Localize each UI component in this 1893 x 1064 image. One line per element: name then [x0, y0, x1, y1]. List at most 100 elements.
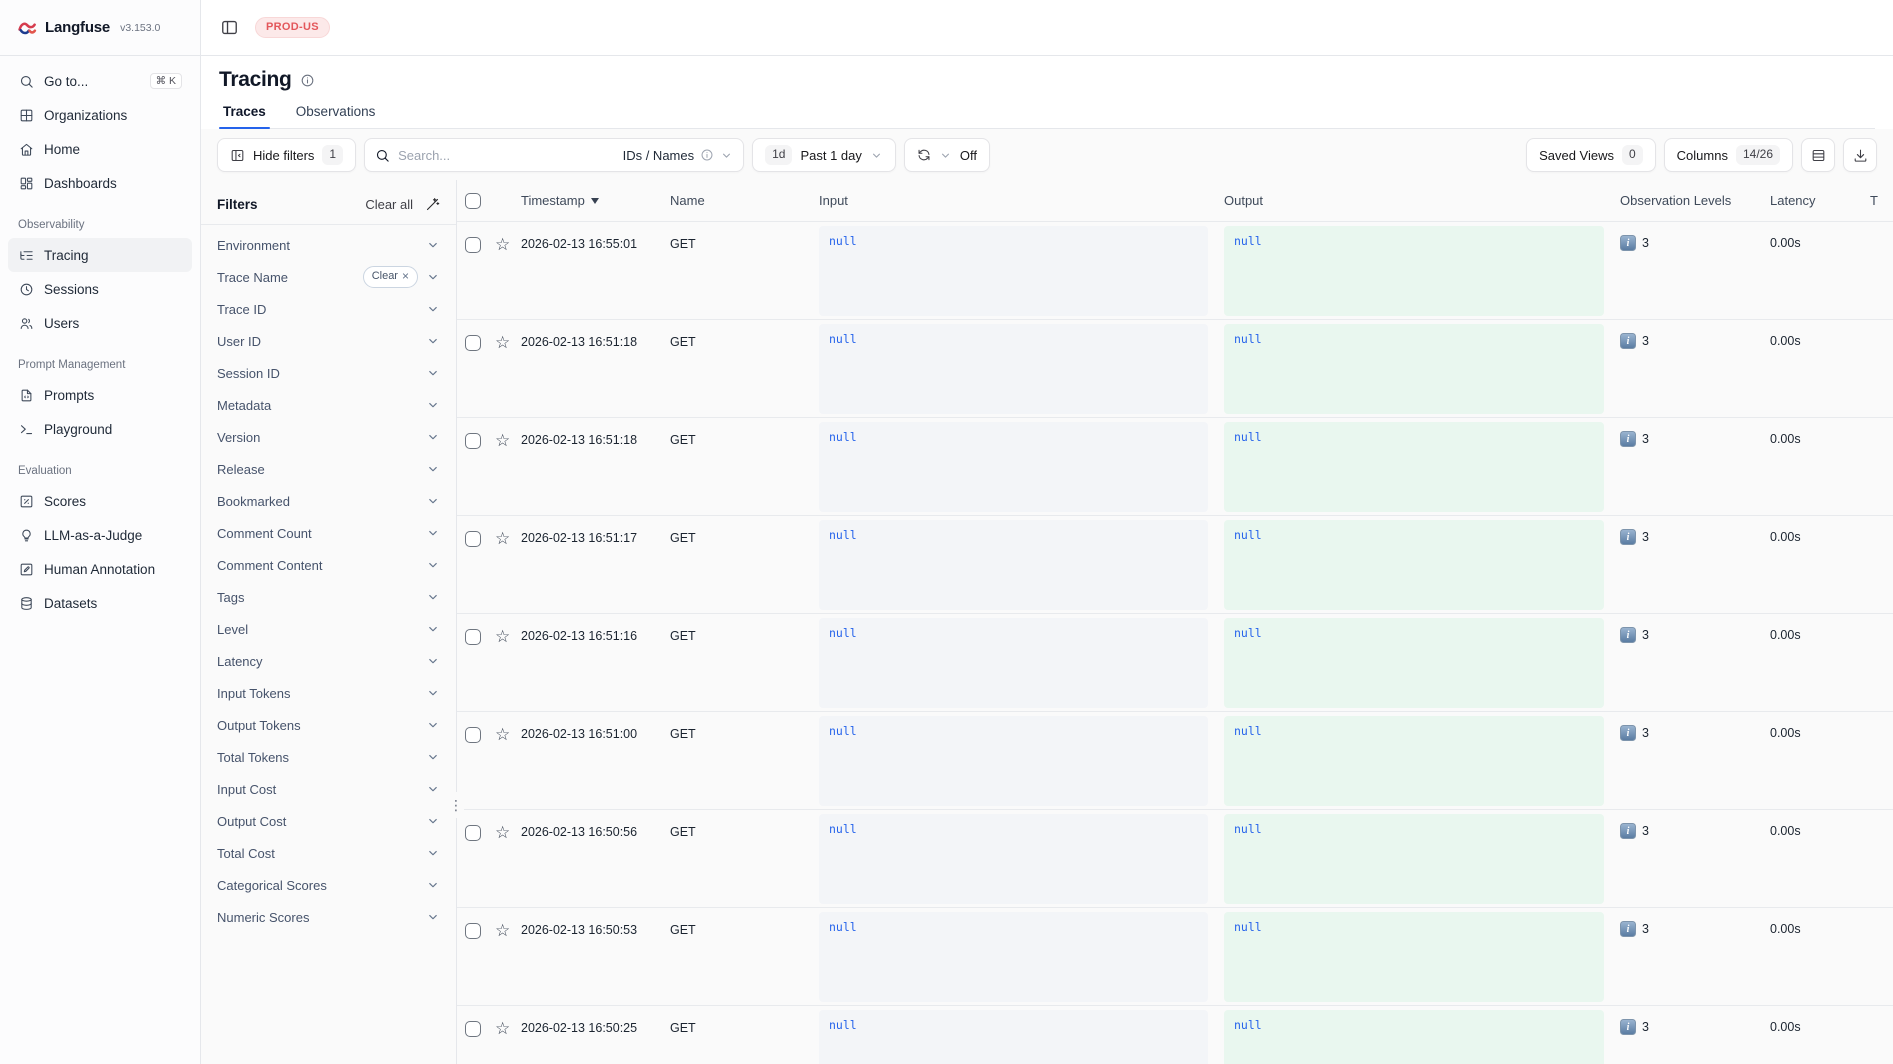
cell-input[interactable]: null: [819, 716, 1208, 806]
row-checkbox[interactable]: [465, 727, 481, 743]
bookmark-star-icon[interactable]: ☆: [495, 1020, 521, 1037]
cell-input[interactable]: null: [819, 814, 1208, 904]
filter-accordion-row[interactable]: Total Tokens: [217, 741, 440, 773]
filter-accordion-row[interactable]: Metadata: [217, 389, 440, 421]
filter-accordion-row[interactable]: Output Tokens: [217, 709, 440, 741]
export-button[interactable]: [1843, 138, 1877, 172]
cell-output[interactable]: null: [1224, 814, 1604, 904]
column-header-output[interactable]: Output: [1224, 193, 1620, 208]
search-input[interactable]: [398, 148, 614, 163]
cell-output[interactable]: null: [1224, 1010, 1604, 1064]
sidebar-item-dashboards[interactable]: Dashboards: [8, 166, 192, 200]
table-row[interactable]: ☆ 2026-02-13 16:50:56 GET null null i 3 …: [457, 809, 1893, 907]
hide-filters-button[interactable]: Hide filters 1: [217, 138, 356, 172]
cell-output[interactable]: null: [1224, 226, 1604, 316]
table-row[interactable]: ☆ 2026-02-13 16:50:53 GET null null i 3 …: [457, 907, 1893, 1005]
sidebar-item-sessions[interactable]: Sessions: [8, 272, 192, 306]
search-mode-selector[interactable]: IDs / Names: [623, 148, 734, 163]
filter-accordion-row[interactable]: Environment: [217, 229, 440, 261]
cell-input[interactable]: null: [819, 912, 1208, 1002]
cell-output[interactable]: null: [1224, 618, 1604, 708]
cell-output[interactable]: null: [1224, 422, 1604, 512]
cell-input[interactable]: null: [819, 324, 1208, 414]
filter-accordion-row[interactable]: Bookmarked: [217, 485, 440, 517]
table-row[interactable]: ☆ 2026-02-13 16:50:25 GET null null i 3 …: [457, 1005, 1893, 1064]
filter-accordion-row[interactable]: Level: [217, 613, 440, 645]
panel-resize-handle[interactable]: ⋮: [448, 792, 464, 818]
bookmark-star-icon[interactable]: ☆: [495, 530, 521, 547]
row-checkbox[interactable]: [465, 1021, 481, 1037]
select-all-checkbox[interactable]: [465, 193, 481, 209]
time-range-button[interactable]: 1d Past 1 day: [752, 138, 896, 172]
filter-accordion-row[interactable]: Trace ID: [217, 293, 440, 325]
bookmark-star-icon[interactable]: ☆: [495, 922, 521, 939]
cell-input[interactable]: null: [819, 618, 1208, 708]
sidebar-item-playground[interactable]: Playground: [8, 412, 192, 446]
column-header-input[interactable]: Input: [819, 193, 1224, 208]
filter-accordion-row[interactable]: Release: [217, 453, 440, 485]
row-checkbox[interactable]: [465, 335, 481, 351]
bookmark-star-icon[interactable]: ☆: [495, 236, 521, 253]
row-height-button[interactable]: [1801, 138, 1835, 172]
filter-accordion-row[interactable]: Input Tokens: [217, 677, 440, 709]
filter-accordion-row[interactable]: Comment Content: [217, 549, 440, 581]
filter-accordion-row[interactable]: Total Cost: [217, 837, 440, 869]
cell-input[interactable]: null: [819, 422, 1208, 512]
filter-accordion-row[interactable]: Comment Count: [217, 517, 440, 549]
filter-accordion-row[interactable]: Tags: [217, 581, 440, 613]
columns-button[interactable]: Columns 14/26: [1664, 138, 1793, 172]
cell-input[interactable]: null: [819, 1010, 1208, 1064]
cell-output[interactable]: null: [1224, 716, 1604, 806]
bookmark-star-icon[interactable]: ☆: [495, 628, 521, 645]
row-checkbox[interactable]: [465, 923, 481, 939]
sidebar-item-organizations[interactable]: Organizations: [8, 98, 192, 132]
bookmark-star-icon[interactable]: ☆: [495, 824, 521, 841]
filter-accordion-row[interactable]: Trace Name Clear: [217, 261, 440, 293]
table-row[interactable]: ☆ 2026-02-13 16:51:00 GET null null i 3 …: [457, 711, 1893, 809]
table-row[interactable]: ☆ 2026-02-13 16:51:17 GET null null i 3 …: [457, 515, 1893, 613]
column-header-observation-levels[interactable]: Observation Levels: [1620, 193, 1770, 208]
refresh-button[interactable]: Off: [904, 138, 990, 172]
filter-accordion-row[interactable]: Categorical Scores: [217, 869, 440, 901]
filter-accordion-row[interactable]: Input Cost: [217, 773, 440, 805]
row-checkbox[interactable]: [465, 629, 481, 645]
column-header-timestamp[interactable]: Timestamp: [521, 193, 670, 208]
filter-accordion-row[interactable]: Output Cost: [217, 805, 440, 837]
cell-input[interactable]: null: [819, 520, 1208, 610]
row-checkbox[interactable]: [465, 825, 481, 841]
sidebar-item-users[interactable]: Users: [8, 306, 192, 340]
filter-clear-pill[interactable]: Clear: [363, 266, 418, 287]
table-row[interactable]: ☆ 2026-02-13 16:51:16 GET null null i 3 …: [457, 613, 1893, 711]
table-row[interactable]: ☆ 2026-02-13 16:55:01 GET null null i 3 …: [457, 221, 1893, 319]
table-row[interactable]: ☆ 2026-02-13 16:51:18 GET null null i 3 …: [457, 417, 1893, 515]
filter-accordion-row[interactable]: Latency: [217, 645, 440, 677]
cell-output[interactable]: null: [1224, 912, 1604, 1002]
sidebar-item-tracing[interactable]: Tracing: [8, 238, 192, 272]
sidebar-item-scores[interactable]: Scores: [8, 484, 192, 518]
cell-output[interactable]: null: [1224, 324, 1604, 414]
row-checkbox[interactable]: [465, 433, 481, 449]
sidebar-item-llm-judge[interactable]: LLM-as-a-Judge: [8, 518, 192, 552]
table-row[interactable]: ☆ 2026-02-13 16:51:18 GET null null i 3 …: [457, 319, 1893, 417]
saved-views-button[interactable]: Saved Views 0: [1526, 138, 1656, 172]
column-header-latency[interactable]: Latency: [1770, 193, 1870, 208]
row-checkbox[interactable]: [465, 237, 481, 253]
sidebar-item-human-annotation[interactable]: Human Annotation: [8, 552, 192, 586]
environment-badge[interactable]: PROD-US: [255, 17, 330, 38]
sidebar-item-goto[interactable]: Go to... ⌘ K: [8, 64, 192, 98]
bookmark-star-icon[interactable]: ☆: [495, 432, 521, 449]
filter-accordion-row[interactable]: Session ID: [217, 357, 440, 389]
tab-observations[interactable]: Observations: [294, 104, 378, 128]
bookmark-star-icon[interactable]: ☆: [495, 726, 521, 743]
sidebar-item-datasets[interactable]: Datasets: [8, 586, 192, 620]
sidebar-toggle-button[interactable]: [217, 16, 241, 40]
column-header-partial[interactable]: T: [1870, 193, 1893, 208]
filter-accordion-row[interactable]: Numeric Scores: [217, 901, 440, 933]
tab-traces[interactable]: Traces: [221, 104, 268, 128]
filter-accordion-row[interactable]: User ID: [217, 325, 440, 357]
bookmark-star-icon[interactable]: ☆: [495, 334, 521, 351]
sidebar-item-home[interactable]: Home: [8, 132, 192, 166]
cell-output[interactable]: null: [1224, 520, 1604, 610]
row-checkbox[interactable]: [465, 531, 481, 547]
filter-accordion-row[interactable]: Version: [217, 421, 440, 453]
